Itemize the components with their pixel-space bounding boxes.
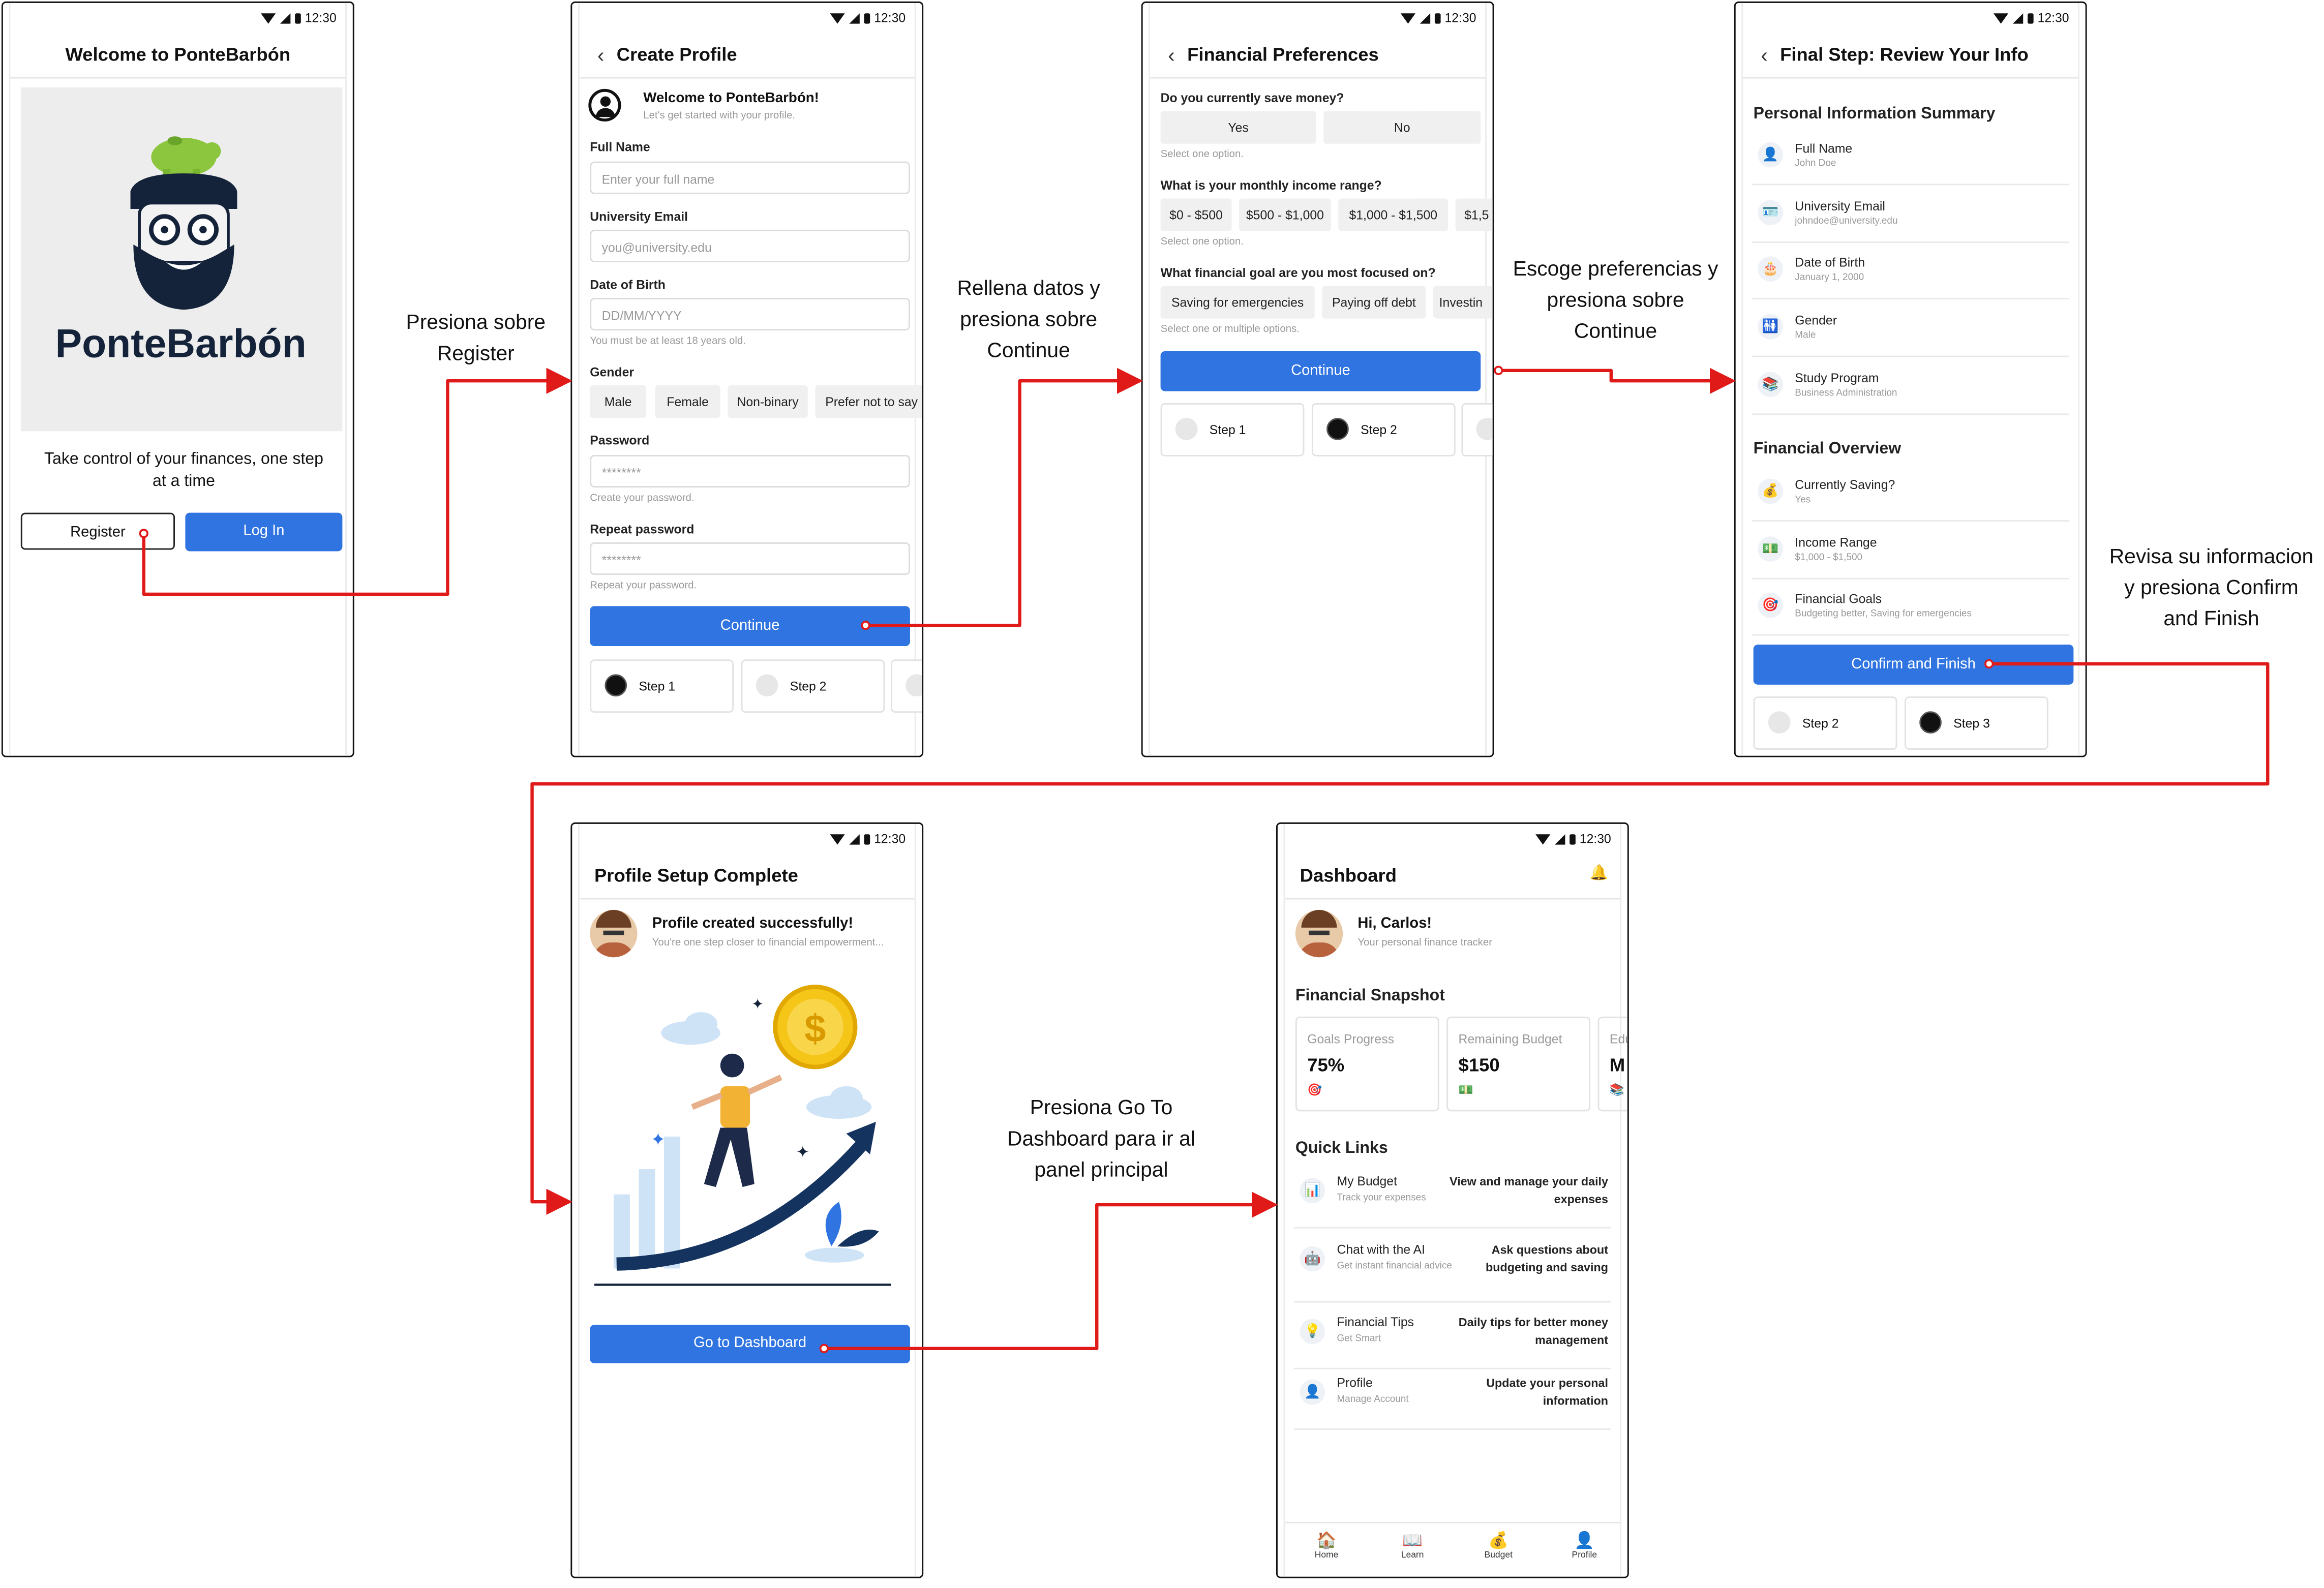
arrow-complete-to-dashboard [824, 1192, 1278, 1351]
tap-point-icon [1984, 659, 1994, 669]
arrow-create-to-prefs [865, 368, 1143, 627]
annotation-complete: Presiona Go To Dashboard para ir al panel … [983, 1092, 1220, 1186]
annotation-line: Revisa su informacion [2109, 543, 2314, 568]
annotation-line: y presiona Confirm [2124, 575, 2299, 599]
arrow-review-to-complete [530, 662, 2270, 1215]
annotation-line: Escoge preferencias y [1513, 256, 1718, 280]
annotation-line: presiona sobre [960, 307, 1098, 331]
flow-diagram: 12:30 Welcome to PonteBarbón PonteBarbón… [0, 0, 2324, 1588]
tap-point-icon [819, 1343, 829, 1354]
annotation-line: presiona sobre [1547, 287, 1684, 312]
annotation-review: Revisa su informacion y presiona Confirm a… [2099, 541, 2324, 634]
tap-point-icon [139, 529, 148, 538]
annotation-line: Presiona Go To [1030, 1095, 1173, 1119]
annotation-line: Rellena datos y [957, 276, 1100, 299]
tap-point-icon [861, 621, 870, 630]
arrow-register-to-create [142, 368, 572, 596]
arrow-prefs-to-review [1498, 368, 1736, 394]
annotation-line: Continue [987, 338, 1070, 362]
annotation-line: panel principal [1034, 1157, 1168, 1181]
tap-point-icon [1494, 365, 1503, 375]
annotation-line: Register [437, 341, 515, 365]
annotation-line: and Finish [2163, 606, 2259, 630]
annotation-register: Presiona sobre Register [365, 307, 587, 369]
annotation-line: Presiona sobre [406, 310, 546, 333]
annotation-line: Dashboard para ir al [1007, 1126, 1195, 1150]
flow-connectors [139, 365, 2270, 1354]
annotation-prefs: Escoge preferencias y presiona sobre Conti… [1497, 253, 1734, 347]
annotation-create: Rellena datos y presiona sobre Continue [925, 272, 1132, 366]
annotation-line: Continue [1574, 318, 1657, 343]
